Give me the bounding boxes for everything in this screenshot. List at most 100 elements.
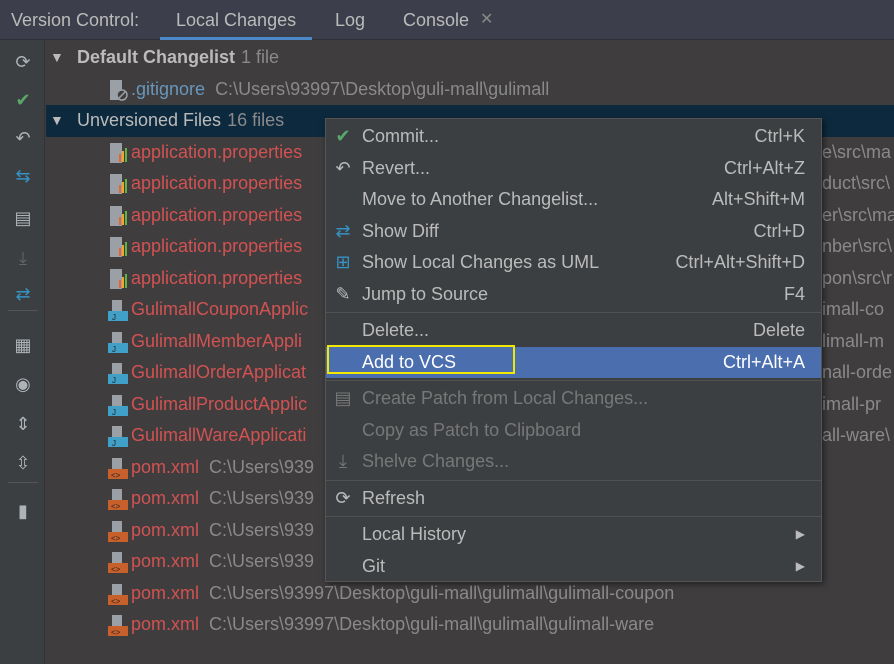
group-label: Default Changelist 1 file xyxy=(77,42,279,74)
file-name: pom.xml xyxy=(131,582,200,603)
toolbar-divider xyxy=(8,310,38,311)
svg-text:<>: <> xyxy=(111,502,121,510)
menu-item-label: Show Diff xyxy=(362,220,439,241)
java-file-icon: J xyxy=(108,299,128,322)
menu-item-copy-as-patch-to-clipboard: Copy as Patch to Clipboard xyxy=(326,415,821,447)
menu-item-show-diff[interactable]: ⇄ Show Diff Ctrl+D xyxy=(326,216,821,248)
menu-item-local-history[interactable]: Local History ▶ xyxy=(326,519,821,551)
xml-file-icon: <> xyxy=(108,520,128,543)
menu-separator xyxy=(326,479,821,481)
properties-file-icon xyxy=(108,236,128,258)
svg-text:<>: <> xyxy=(111,597,121,605)
group-label: Unversioned Files 16 files xyxy=(77,105,284,137)
menu-item-label: Local History xyxy=(362,524,467,544)
file-name: application.properties xyxy=(131,236,303,256)
java-file-icon: J xyxy=(108,394,128,417)
file-name: GulimallWareApplicati xyxy=(131,425,307,445)
shelve-icon: ⤓ xyxy=(339,451,347,471)
tab-log[interactable]: Log xyxy=(335,0,365,40)
file-path-tail: e\src\ma xyxy=(822,141,892,162)
close-tab-icon[interactable]: ✕ xyxy=(480,0,493,40)
expand-triangle-icon[interactable]: ▼ xyxy=(50,105,64,137)
file-entry: application.properties xyxy=(131,168,302,200)
file-path: C:\Users\939 xyxy=(209,551,315,571)
menu-item-label: Revert... xyxy=(362,157,431,178)
menu-item-shortcut: Ctrl+D xyxy=(753,220,805,241)
uml-diff-icon[interactable]: ⇄ xyxy=(10,282,36,306)
tab-console[interactable]: Console xyxy=(403,0,469,40)
group-name: Unversioned Files xyxy=(77,110,222,130)
svg-text:J: J xyxy=(112,313,116,321)
java-file-icon: J xyxy=(108,362,128,385)
menu-item-shortcut: Ctrl+Alt+Z xyxy=(723,157,805,178)
menu-item-shortcut: Delete xyxy=(752,320,805,340)
xml-file-icon: <> xyxy=(108,488,128,511)
svg-text:<>: <> xyxy=(111,471,121,479)
file-entry: GulimallWareApplicati xyxy=(131,420,306,452)
file-name: application.properties xyxy=(131,141,303,162)
file-path-tail: limall-m xyxy=(822,330,884,351)
group-name: Default Changelist xyxy=(77,47,236,67)
file-entry: pom.xml C:\Users\939 xyxy=(131,452,314,484)
menu-item-show-local-changes-as-uml[interactable]: ⊞ Show Local Changes as UML Ctrl+Alt+Shift… xyxy=(326,247,821,279)
vcs-toolbar: ⟳ ✔ ↶ ⇆ ▤ ⤓ ⇄ ▦ ◉ ⇕ ⇳ ▮ xyxy=(0,40,45,664)
file-path: C:\Users\93997\Desktop\guli-mall\gulimal… xyxy=(215,78,550,99)
expand-triangle-icon[interactable]: ▼ xyxy=(50,42,64,74)
file-entry: application.properties xyxy=(131,200,302,232)
properties-file-icon xyxy=(108,205,128,227)
menu-item-delete[interactable]: Delete... Delete xyxy=(326,315,821,347)
preview-panel-icon[interactable]: ▮ xyxy=(10,499,36,523)
file-entry: GulimallProductApplic xyxy=(131,389,307,421)
file-entry: pom.xml C:\Users\939 xyxy=(131,515,314,547)
refresh-icon: ⟳ xyxy=(335,487,351,508)
menu-item-commit[interactable]: ✔ Commit... Ctrl+K xyxy=(326,121,821,153)
ignored-file-icon xyxy=(108,79,128,101)
menu-item-revert[interactable]: ↶ Revert... Ctrl+Alt+Z xyxy=(326,153,821,185)
shelve-icon[interactable]: ⤓ xyxy=(10,246,36,270)
menu-item-shelve-changes: ⤓ Shelve Changes... xyxy=(326,446,821,478)
menu-separator xyxy=(326,312,821,313)
file-name: pom.xml xyxy=(131,456,200,477)
file-path-tail: nber\src\ xyxy=(822,236,893,256)
file-path-tail: imall-pr xyxy=(822,393,882,414)
commit-check-icon[interactable]: ✔ xyxy=(10,88,36,112)
file-name: pom.xml xyxy=(131,614,200,634)
collapse-all-icon[interactable]: ⇳ xyxy=(10,451,36,475)
menu-item-refresh[interactable]: ⟳ Refresh xyxy=(326,483,821,515)
file-row[interactable]: <> pom.xml C:\Users\93997\Desktop\guli-mal… xyxy=(46,609,894,641)
group-by-icon[interactable]: ▦ xyxy=(10,333,36,357)
refresh-icon[interactable]: ⟳ xyxy=(10,50,36,74)
menu-item-shortcut: Alt+Shift+M xyxy=(711,189,805,209)
file-name: .gitignore xyxy=(131,78,206,99)
menu-item-shortcut: Ctrl+Alt+Shift+D xyxy=(675,252,805,272)
file-entry: application.properties xyxy=(131,263,302,295)
menu-item-jump-to-source[interactable]: ✎ Jump to Source F4 xyxy=(326,279,821,311)
file-row[interactable]: <> pom.xml C:\Users\93997\Desktop\guli-mal… xyxy=(46,578,894,610)
java-file-icon: J xyxy=(108,331,128,354)
file-entry: GulimallOrderApplicat xyxy=(131,357,306,389)
view-options-icon[interactable]: ◉ xyxy=(10,372,36,396)
menu-item-git[interactable]: Git ▶ xyxy=(326,551,821,583)
changelist-group-row[interactable]: ▼ Default Changelist 1 file xyxy=(46,42,894,74)
group-file-count: 1 file xyxy=(241,47,280,67)
patch-icon: ▤ xyxy=(334,388,352,408)
file-path: C:\Users\93997\Desktop\guli-mall\gulimal… xyxy=(209,582,675,603)
changelist-icon[interactable]: ▤ xyxy=(10,206,36,230)
file-row[interactable]: .gitignore C:\Users\93997\Desktop\guli-ma… xyxy=(46,74,894,106)
focus-highlight-box xyxy=(327,345,515,374)
file-name: application.properties xyxy=(131,204,303,225)
xml-file-icon: <> xyxy=(108,583,128,606)
svg-text:J: J xyxy=(112,345,116,353)
expand-all-icon[interactable]: ⇕ xyxy=(10,412,36,436)
file-entry: pom.xml C:\Users\939 xyxy=(131,546,314,578)
menu-item-create-patch-from-local-changes: ▤ Create Patch from Local Changes... xyxy=(326,383,821,415)
show-diff-icon[interactable]: ⇆ xyxy=(10,164,36,188)
tab-local-changes[interactable]: Local Changes xyxy=(160,0,313,40)
xml-file-icon: <> xyxy=(108,457,128,480)
file-name: GulimallCouponApplic xyxy=(131,299,309,319)
menu-item-move-to-another-changelist[interactable]: Move to Another Changelist... Alt+Shift+M xyxy=(326,184,821,216)
menu-item-label: Show Local Changes as UML xyxy=(362,252,600,272)
svg-text:J: J xyxy=(112,376,116,384)
svg-text:J: J xyxy=(112,408,116,416)
rollback-icon[interactable]: ↶ xyxy=(10,126,36,150)
